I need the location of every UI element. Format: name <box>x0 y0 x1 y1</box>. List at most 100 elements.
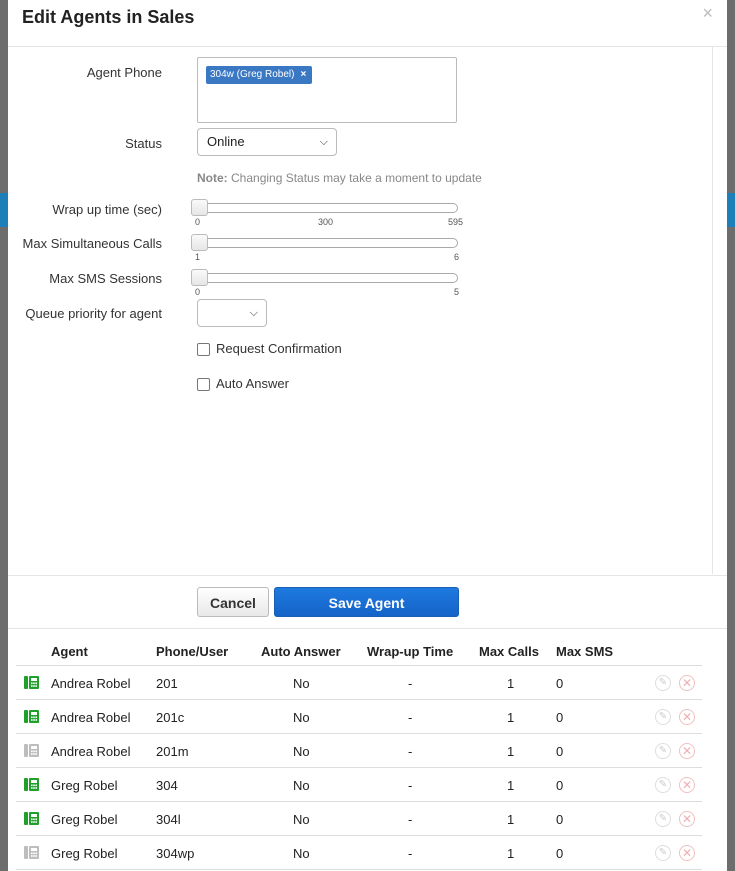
request-confirmation-checkbox[interactable] <box>197 343 210 356</box>
cell-phone: 304wp <box>156 846 195 861</box>
slider-track <box>197 203 458 213</box>
cell-max-calls: 1 <box>507 744 515 759</box>
table-row[interactable]: Greg Robel 304wp No - 1 0 ✎ ✕ <box>16 836 702 870</box>
desk-phone-icon <box>24 846 39 859</box>
auto-answer-label[interactable]: Auto Answer <box>216 376 289 391</box>
table-row[interactable]: Andrea Robel 201c No - 1 0 ✎ ✕ <box>16 700 702 734</box>
edit-icon[interactable]: ✎ <box>655 811 671 827</box>
col-wrap-up-time: Wrap-up Time <box>367 644 454 659</box>
cell-agent: Andrea Robel <box>51 744 131 759</box>
agent-phone-input[interactable]: 304w (Greg Robel) × <box>197 57 457 123</box>
cancel-button[interactable]: Cancel <box>197 587 269 617</box>
cell-wrap-up: - <box>408 676 413 691</box>
edit-icon[interactable]: ✎ <box>655 845 671 861</box>
status-label: Status <box>125 136 162 151</box>
cell-phone: 304 <box>156 778 178 793</box>
slider-handle[interactable] <box>191 199 208 216</box>
max-sms-slider[interactable]: 0 5 <box>191 269 459 297</box>
cell-auto-answer: No <box>293 676 310 691</box>
cell-max-sms: 0 <box>556 846 564 861</box>
table-row[interactable]: Andrea Robel 201 No - 1 0 ✎ ✕ <box>16 666 702 700</box>
slider-handle[interactable] <box>191 269 208 286</box>
cell-agent: Andrea Robel <box>51 676 131 691</box>
slider-tick: 6 <box>454 252 460 262</box>
slider-tick: 5 <box>454 287 460 297</box>
remove-tag-icon[interactable]: × <box>300 69 306 80</box>
queue-priority-select[interactable]: ⌵ <box>197 299 267 327</box>
cell-wrap-up: - <box>408 812 413 827</box>
edit-icon[interactable]: ✎ <box>655 709 671 725</box>
table-row[interactable]: Greg Robel 304 No - 1 0 ✎ ✕ <box>16 768 702 802</box>
cell-max-sms: 0 <box>556 710 564 725</box>
modal-footer: Cancel Save Agent <box>8 575 727 629</box>
slider-handle[interactable] <box>191 234 208 251</box>
cell-auto-answer: No <box>293 812 310 827</box>
table-row[interactable]: Andrea Robel 201m No - 1 0 ✎ ✕ <box>16 734 702 768</box>
col-max-calls: Max Calls <box>479 644 539 659</box>
slider-tick: 300 <box>318 217 334 227</box>
chevron-down-icon: ⌵ <box>319 136 328 148</box>
slider-tick: 595 <box>448 217 464 227</box>
slider-track <box>197 238 458 248</box>
edit-icon[interactable]: ✎ <box>655 743 671 759</box>
close-icon[interactable]: × <box>702 3 713 24</box>
col-phone-user: Phone/User <box>156 644 229 659</box>
cell-max-calls: 1 <box>507 676 515 691</box>
desk-phone-icon <box>24 676 39 689</box>
cell-wrap-up: - <box>408 710 413 725</box>
agent-phone-tag-label: 304w (Greg Robel) <box>210 69 295 80</box>
edit-agent-modal: Edit Agents in Sales × Agent Phone 304w … <box>8 0 727 871</box>
cell-agent: Greg Robel <box>51 812 118 827</box>
delete-icon[interactable]: ✕ <box>679 675 695 691</box>
max-calls-slider[interactable]: 1 6 <box>191 234 459 262</box>
edit-icon[interactable]: ✎ <box>655 777 671 793</box>
cell-wrap-up: - <box>408 778 413 793</box>
edit-icon[interactable]: ✎ <box>655 675 671 691</box>
modal-header: Edit Agents in Sales × <box>8 0 727 47</box>
note-label: Note: <box>197 171 228 185</box>
wrap-up-label: Wrap up time (sec) <box>52 202 162 217</box>
delete-icon[interactable]: ✕ <box>679 709 695 725</box>
col-max-sms: Max SMS <box>556 644 614 659</box>
slider-tick: 0 <box>195 217 201 227</box>
cell-phone: 304l <box>156 812 181 827</box>
wrap-up-slider[interactable]: 0 300 595 <box>191 199 463 227</box>
cell-max-sms: 0 <box>556 676 564 691</box>
save-agent-button[interactable]: Save Agent <box>274 587 459 617</box>
table-header: Agent Phone/User Auto Answer Wrap-up Tim… <box>16 628 702 666</box>
cell-agent: Greg Robel <box>51 778 118 793</box>
request-confirmation-label[interactable]: Request Confirmation <box>216 341 342 356</box>
cell-agent: Greg Robel <box>51 846 118 861</box>
delete-icon[interactable]: ✕ <box>679 811 695 827</box>
cell-phone: 201 <box>156 676 178 691</box>
status-note: Note: Changing Status may take a moment … <box>197 171 482 185</box>
status-select[interactable]: Online ⌵ <box>197 128 337 156</box>
note-text: Changing Status may take a moment to upd… <box>227 171 482 185</box>
desk-phone-icon <box>24 744 39 757</box>
modal-title: Edit Agents in Sales <box>22 7 195 27</box>
table-row[interactable]: Greg Robel 304l No - 1 0 ✎ ✕ <box>16 802 702 836</box>
max-sms-label: Max SMS Sessions <box>49 271 162 286</box>
col-agent: Agent <box>51 644 88 659</box>
col-auto-answer: Auto Answer <box>261 644 341 659</box>
cell-auto-answer: No <box>293 778 310 793</box>
cell-max-sms: 0 <box>556 778 564 793</box>
cell-auto-answer: No <box>293 846 310 861</box>
cell-max-sms: 0 <box>556 744 564 759</box>
agent-form: Agent Phone 304w (Greg Robel) × Status On… <box>8 47 713 574</box>
desk-phone-icon <box>24 778 39 791</box>
queue-priority-label: Queue priority for agent <box>25 306 162 321</box>
cell-auto-answer: No <box>293 710 310 725</box>
cell-max-calls: 1 <box>507 778 515 793</box>
cell-max-calls: 1 <box>507 710 515 725</box>
delete-icon[interactable]: ✕ <box>679 777 695 793</box>
auto-answer-checkbox[interactable] <box>197 378 210 391</box>
agents-table: Agent Phone/User Auto Answer Wrap-up Tim… <box>16 628 702 870</box>
cell-wrap-up: - <box>408 744 413 759</box>
cell-max-sms: 0 <box>556 812 564 827</box>
delete-icon[interactable]: ✕ <box>679 845 695 861</box>
delete-icon[interactable]: ✕ <box>679 743 695 759</box>
slider-track <box>197 273 458 283</box>
cell-wrap-up: - <box>408 846 413 861</box>
cell-phone: 201c <box>156 710 185 725</box>
